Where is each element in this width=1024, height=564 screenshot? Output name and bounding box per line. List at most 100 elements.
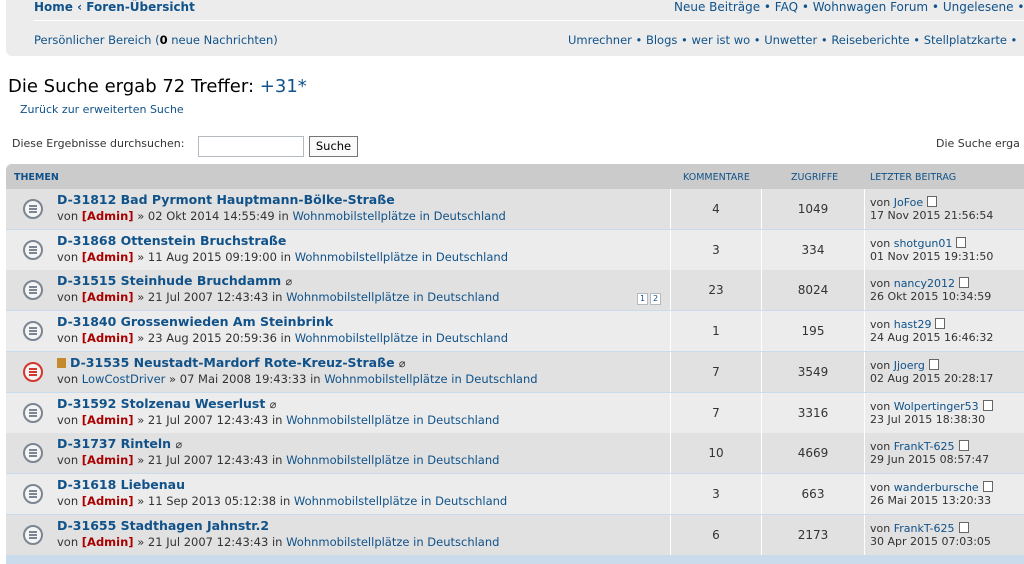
last-by-label: von [870, 318, 894, 332]
goto-last-post-icon[interactable] [958, 277, 969, 289]
topic-author[interactable]: [Admin] [82, 290, 134, 304]
topic-forum[interactable]: Wohnmobilstellplätze in Deutschland [286, 290, 499, 304]
topic-row[interactable]: D-31812 Bad Pyrmont Hauptmann-Bölke-Stra… [6, 189, 1024, 229]
goto-last-post-icon[interactable] [956, 236, 967, 248]
last-post-author[interactable]: FrankT-625 [894, 440, 955, 453]
goto-last-post-icon[interactable] [982, 399, 993, 411]
last-by-label: von [870, 399, 894, 413]
topic-title[interactable]: D-31618 Liebenau [57, 477, 185, 492]
last-post-date: 26 Okt 2015 10:34:59 [870, 290, 992, 304]
topic-author[interactable]: [Admin] [82, 413, 134, 427]
page-link[interactable]: 2 [650, 293, 661, 306]
topic-date: » 21 Jul 2007 12:43:43 in [133, 412, 287, 427]
topic-row[interactable]: D-31515 Steinhude Bruchdamm ⌀ von [Admin]… [6, 270, 1024, 311]
last-post-author[interactable]: Jjoerg [894, 359, 925, 372]
header-views: ZUGRIFFE [791, 172, 839, 183]
search-terms-link[interactable]: +31* [260, 76, 307, 97]
topic-meta: von [Admin] » 11 Sep 2013 05:12:38 in Wo… [57, 494, 507, 508]
last-post-cell: von Jjoerg 02 Aug 2015 20:28:17 [865, 352, 1024, 392]
topic-author[interactable]: [Admin] [82, 494, 134, 508]
last-post-author[interactable]: shotgun01 [894, 237, 953, 250]
topic-author[interactable]: [Admin] [82, 535, 134, 549]
last-post-author-line: von shotgun01 [870, 236, 967, 250]
goto-last-post-icon[interactable] [982, 480, 993, 492]
view-count: 4669 [797, 446, 829, 461]
topic-title[interactable]: D-31655 Stadthagen Jahnstr.2 [57, 518, 269, 533]
topic-title[interactable]: D-31840 Grossenwieden Am Steinbrink [57, 314, 333, 329]
goto-last-post-icon[interactable] [958, 521, 969, 533]
breadcrumb-forum-index[interactable]: Foren-Übersicht [86, 0, 195, 14]
topic-read-icon [23, 321, 43, 342]
last-post-author[interactable]: hast29 [894, 318, 932, 331]
topic-author[interactable]: [Admin] [82, 331, 134, 345]
personal-area-link[interactable]: Persönlicher Bereich (0 neue Nachrichten… [34, 33, 278, 47]
last-post-author[interactable]: JoFoe [894, 196, 923, 209]
topic-author[interactable]: [Admin] [82, 453, 134, 467]
topic-read-icon [23, 361, 43, 382]
topic-meta: von [Admin] » 21 Jul 2007 12:43:43 in Wo… [57, 290, 499, 304]
quick-links[interactable]: Neue Beiträge • FAQ • Wohnwagen Forum • … [674, 0, 1024, 14]
topic-row[interactable]: D-31592 Stolzenau Weserlust ⌀ von [Admin]… [6, 392, 1024, 433]
topic-title[interactable]: D-31535 Neustadt-Mardorf Rote-Kreuz-Stra… [70, 355, 395, 370]
topic-author[interactable]: LowCostDriver [82, 372, 166, 386]
topic-meta: von [Admin] » 02 Okt 2014 14:55:49 in Wo… [57, 209, 506, 223]
view-count: 8024 [797, 283, 829, 298]
topic-forum[interactable]: Wohnmobilstellplätze in Deutschland [295, 331, 508, 345]
last-post-cell: von hast29 24 Aug 2015 16:46:32 [865, 311, 1024, 351]
topic-forum[interactable]: Wohnmobilstellplätze in Deutschland [286, 535, 499, 549]
last-post-author[interactable]: nancy2012 [894, 277, 955, 290]
topic-meta: von [Admin] » 21 Jul 2007 12:43:43 in Wo… [57, 453, 499, 467]
goto-last-post-icon[interactable] [935, 318, 946, 330]
topic-title[interactable]: D-31515 Steinhude Bruchdamm [57, 273, 281, 288]
search-within-button[interactable]: Suche [309, 136, 358, 157]
topic-title-line: D-31592 Stolzenau Weserlust ⌀ [57, 396, 276, 411]
header-topics: THEMEN [14, 172, 59, 183]
topic-title[interactable]: D-31812 Bad Pyrmont Hauptmann-Bölke-Stra… [57, 192, 395, 207]
last-post-date: 23 Jul 2015 18:38:30 [870, 412, 986, 426]
by-label: von [57, 331, 82, 346]
by-label: von [57, 534, 82, 549]
topic-title[interactable]: D-31868 Ottenstein Bruchstraße [57, 233, 286, 248]
topic-cell: D-31868 Ottenstein Bruchstraße von [Admi… [6, 230, 670, 270]
topic-cell: D-31618 Liebenau von [Admin] » 11 Sep 20… [6, 474, 670, 514]
goto-last-post-icon[interactable] [927, 196, 938, 207]
search-within-input[interactable] [198, 136, 304, 157]
topic-cell: D-31515 Steinhude Bruchdamm ⌀ von [Admin]… [6, 270, 670, 310]
filter-label: Diese Ergebnisse durchsuchen: [12, 137, 185, 150]
last-post-author[interactable]: FrankT-625 [894, 522, 955, 535]
topic-forum[interactable]: Wohnmobilstellplätze in Deutschland [286, 453, 499, 467]
extra-links[interactable]: Umrechner • Blogs • wer ist wo • Unwette… [568, 33, 1017, 47]
topic-forum[interactable]: Wohnmobilstellplätze in Deutschland [286, 413, 499, 427]
topic-author[interactable]: [Admin] [82, 209, 134, 223]
topic-row[interactable]: D-31868 Ottenstein Bruchstraße von [Admi… [6, 229, 1024, 270]
last-by-label: von [870, 196, 894, 209]
last-post-author-line: von nancy2012 [870, 277, 969, 290]
last-post-author[interactable]: Wolpertinger53 [894, 400, 979, 413]
topic-row[interactable]: D-31618 Liebenau von [Admin] » 11 Sep 20… [6, 473, 1024, 514]
goto-last-post-icon[interactable] [928, 358, 939, 370]
last-post-date: 30 Apr 2015 07:03:05 [870, 534, 991, 548]
by-label: von [57, 412, 82, 427]
topic-row[interactable]: D-31535 Neustadt-Mardorf Rote-Kreuz-Stra… [6, 351, 1024, 392]
topic-title[interactable]: D-31737 Rinteln [57, 436, 171, 451]
topic-forum[interactable]: Wohnmobilstellplätze in Deutschland [324, 372, 537, 386]
nav-top-row: Home ‹ Foren-Übersicht Neue Beiträge • F… [34, 0, 1024, 14]
page-link[interactable]: 1 [637, 293, 648, 306]
back-to-advanced-search-link[interactable]: Zurück zur erweiterten Suche [20, 103, 184, 116]
topic-forum[interactable]: Wohnmobilstellplätze in Deutschland [294, 494, 507, 508]
topic-forum[interactable]: Wohnmobilstellplätze in Deutschland [292, 209, 505, 223]
topic-forum[interactable]: Wohnmobilstellplätze in Deutschland [295, 250, 508, 264]
attachment-icon: ⌀ [175, 438, 183, 452]
topic-title[interactable]: D-31592 Stolzenau Weserlust [57, 396, 265, 411]
topic-author[interactable]: [Admin] [82, 250, 134, 264]
topic-title-line: D-31535 Neustadt-Mardorf Rote-Kreuz-Stra… [57, 355, 406, 370]
breadcrumb-home[interactable]: Home [34, 0, 73, 14]
topic-row[interactable]: D-31737 Rinteln ⌀ von [Admin] » 21 Jul 20… [6, 433, 1024, 474]
sticky-icon [57, 357, 66, 368]
goto-last-post-icon[interactable] [958, 440, 969, 452]
last-post-author[interactable]: wanderbursche [894, 481, 979, 494]
topic-row[interactable]: D-31655 Stadthagen Jahnstr.2 von [Admin]… [6, 514, 1024, 555]
topic-row[interactable]: D-31840 Grossenwieden Am Steinbrink von … [6, 311, 1024, 352]
view-count: 663 [801, 486, 825, 501]
topic-table: THEMEN KOMMENTARE ZUGRIFFE LETZTER BEITR… [6, 164, 1024, 564]
